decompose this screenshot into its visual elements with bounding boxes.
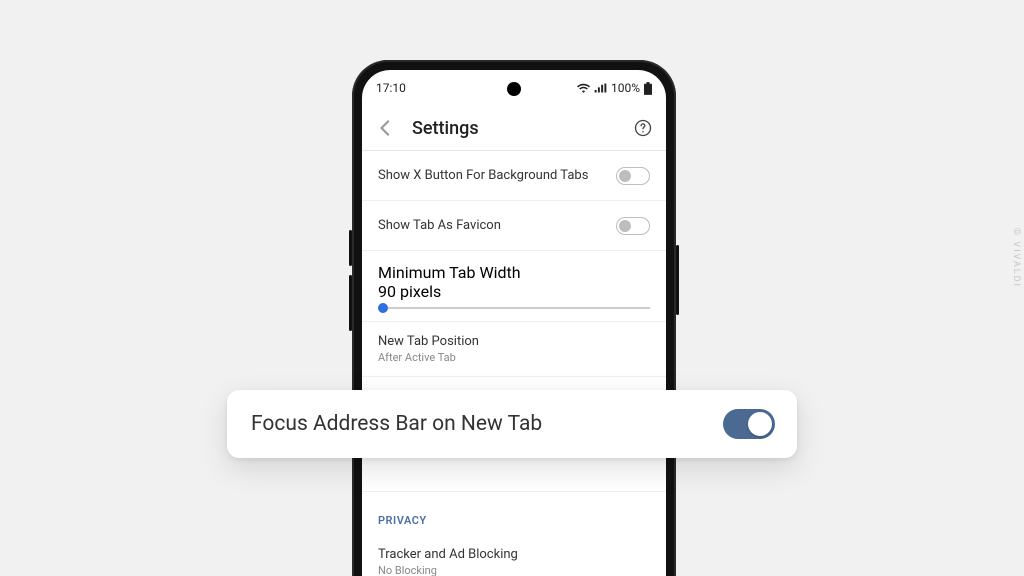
status-time: 17:10 — [376, 81, 406, 95]
setting-label: New Tab Position — [378, 334, 650, 349]
setting-minimum-tab-width[interactable]: Minimum Tab Width 90 pixels — [362, 251, 666, 322]
setting-value: After Active Tab — [378, 351, 650, 364]
setting-label: Minimum Tab Width — [378, 263, 650, 282]
setting-show-x-button[interactable]: Show X Button For Background Tabs — [362, 151, 666, 201]
settings-navbar: Settings — [362, 106, 666, 150]
toggle-switch[interactable] — [616, 217, 650, 235]
back-button[interactable] — [372, 115, 398, 141]
privacy-section-header: PRIVACY — [362, 492, 666, 535]
phone-side-button — [349, 230, 352, 266]
help-button[interactable] — [630, 115, 656, 141]
setting-value: 90 pixels — [378, 282, 650, 301]
setting-label: Tracker and Ad Blocking — [378, 547, 650, 562]
setting-label: Show X Button For Background Tabs — [378, 168, 588, 183]
toggle-switch[interactable] — [723, 409, 775, 439]
wifi-icon — [577, 83, 590, 93]
setting-show-tab-favicon[interactable]: Show Tab As Favicon — [362, 201, 666, 251]
phone-side-button — [349, 275, 352, 331]
setting-label: Focus Address Bar on New Tab — [251, 412, 542, 436]
setting-tracker-ad-blocking[interactable]: Tracker and Ad Blocking No Blocking — [362, 535, 666, 576]
phone-screen: 17:10 100% Settings — [362, 70, 666, 576]
setting-new-tab-position[interactable]: New Tab Position After Active Tab — [362, 322, 666, 377]
slider-thumb[interactable] — [378, 303, 388, 313]
slider-track[interactable] — [378, 307, 650, 309]
battery-icon — [644, 82, 652, 95]
highlighted-setting-card[interactable]: Focus Address Bar on New Tab — [227, 390, 797, 458]
phone-camera-cutout — [507, 82, 521, 96]
page-title: Settings — [412, 118, 620, 139]
status-battery-pct: 100% — [611, 81, 640, 95]
toggle-switch[interactable] — [616, 167, 650, 185]
chevron-left-icon — [379, 120, 391, 136]
watermark-text: © VIVALDI — [1011, 228, 1021, 288]
setting-value: No Blocking — [378, 564, 650, 576]
phone-side-button — [676, 245, 679, 315]
signal-icon — [594, 83, 607, 93]
help-icon — [634, 119, 652, 137]
phone-frame: 17:10 100% Settings — [352, 60, 676, 576]
setting-label: Show Tab As Favicon — [378, 218, 501, 233]
